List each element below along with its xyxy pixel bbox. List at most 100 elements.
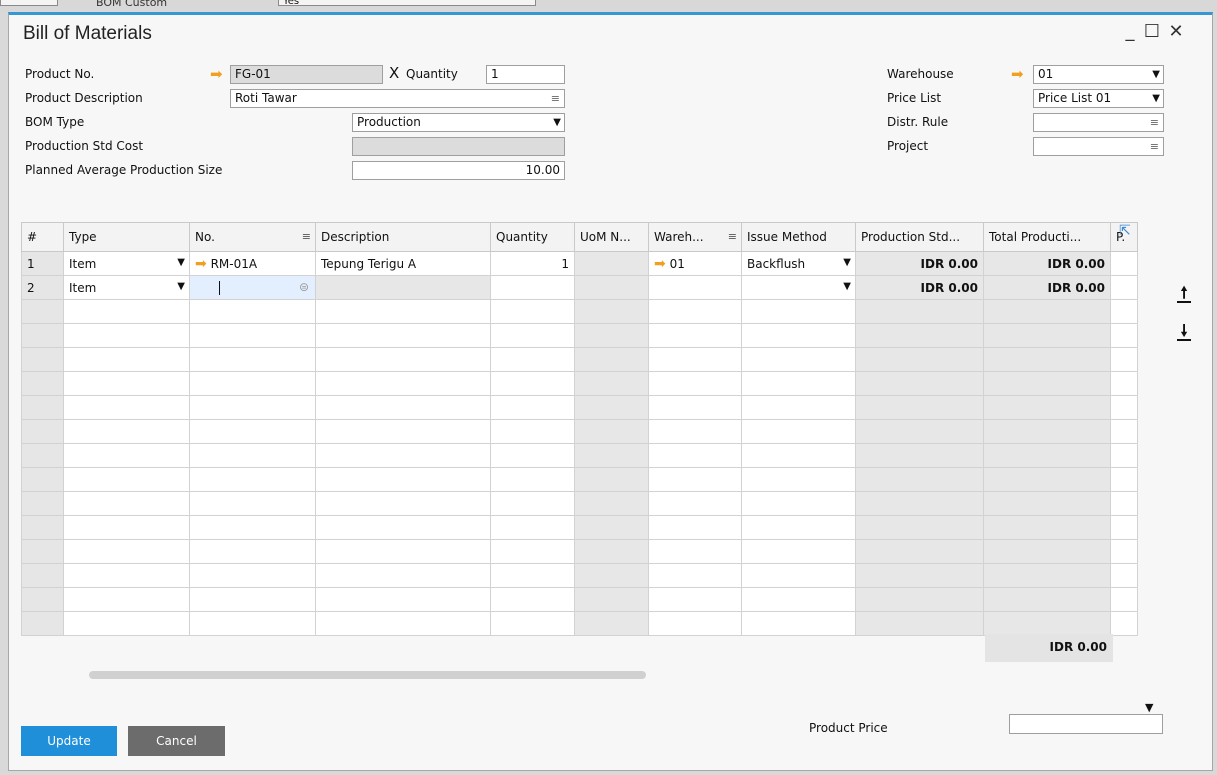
lines-icon[interactable]: ≡ (1150, 114, 1159, 131)
empty-cell (189, 419, 316, 444)
column-header[interactable]: Total Producti... (983, 222, 1111, 252)
empty-cell (315, 323, 491, 348)
bom-type-select[interactable]: Production ▼ (352, 113, 565, 132)
product-description-value: Roti Tawar (235, 91, 297, 105)
uom-cell (574, 251, 649, 276)
empty-cell (490, 611, 575, 636)
empty-table-row (21, 563, 1138, 588)
distr-rule-field[interactable]: ≡ (1033, 113, 1164, 132)
product-no-field[interactable]: FG-01 (230, 65, 383, 84)
background-field: Yes (278, 0, 536, 6)
table-row[interactable]: 1 Item ▼ ➡ RM-01A Tepung Terigu A 1 ➡ 01 … (21, 251, 1138, 276)
empty-cell (63, 611, 190, 636)
empty-cell (315, 539, 491, 564)
empty-cell (741, 491, 856, 516)
warehouse-link-arrow-icon[interactable]: ➡ (1011, 66, 1024, 82)
warehouse-select[interactable]: 01 ▼ (1033, 65, 1164, 84)
product-description-field[interactable]: Roti Tawar ≡ (230, 89, 565, 108)
p-cell (1110, 275, 1138, 300)
type-cell[interactable]: Item ▼ (63, 275, 190, 300)
empty-cell (983, 323, 1111, 348)
empty-cell (574, 611, 649, 636)
empty-cell (1110, 491, 1138, 516)
move-down-button[interactable]: 🠗 (1173, 321, 1195, 343)
column-header[interactable]: Production Std... (855, 222, 984, 252)
link-arrow-icon[interactable]: ➡ (195, 256, 207, 272)
project-field[interactable]: ≡ (1033, 137, 1164, 156)
row-number[interactable]: 1 (21, 251, 64, 276)
item-no-cell-active[interactable]: ⊜ (189, 275, 316, 300)
lines-icon[interactable]: ≡ (1150, 138, 1159, 155)
minimize-button[interactable]: _ (1119, 21, 1141, 43)
empty-cell (741, 299, 856, 324)
product-price-field[interactable] (1009, 714, 1163, 734)
empty-cell (574, 587, 649, 612)
dropdown-icon[interactable]: ▼ (843, 257, 851, 268)
quantity-cell[interactable]: 1 (490, 251, 575, 276)
item-no-cell[interactable]: ➡ RM-01A (189, 251, 316, 276)
warehouse-cell[interactable] (648, 275, 742, 300)
empty-cell (574, 443, 649, 468)
lines-icon[interactable]: ≡ (302, 230, 311, 243)
dropdown-icon[interactable]: ▼ (177, 281, 185, 292)
column-header[interactable]: Quantity (490, 222, 575, 252)
empty-cell (21, 563, 64, 588)
empty-cell (983, 515, 1111, 540)
quantity-cell[interactable] (490, 275, 575, 300)
maximize-button[interactable]: ☐ (1141, 21, 1163, 43)
background-window-strip: BOM Custom Yes (0, 0, 1217, 12)
row-number[interactable]: 2 (21, 275, 64, 300)
description-cell[interactable] (315, 275, 491, 300)
product-price-dropdown-icon[interactable]: ▼ (1145, 701, 1153, 714)
lines-icon[interactable]: ≡ (728, 230, 737, 243)
warehouse-label: Warehouse (887, 67, 954, 81)
empty-cell (189, 347, 316, 372)
column-header[interactable]: UoM N... (574, 222, 649, 252)
empty-cell (574, 299, 649, 324)
move-up-button[interactable]: 🠕 (1173, 283, 1195, 305)
dropdown-icon[interactable]: ▼ (843, 281, 851, 292)
window-title: Bill of Materials (23, 23, 152, 44)
column-header-no[interactable]: No. ≡ (189, 222, 316, 252)
quantity-field[interactable]: 1 (486, 65, 565, 84)
empty-cell (21, 395, 64, 420)
close-button[interactable]: ✕ (1165, 21, 1187, 43)
column-header-warehouse[interactable]: Wareh... ≡ (648, 222, 742, 252)
empty-cell (574, 467, 649, 492)
empty-table-row (21, 467, 1138, 492)
horizontal-scrollbar[interactable] (89, 671, 646, 679)
empty-cell (1110, 467, 1138, 492)
empty-cell (574, 563, 649, 588)
empty-cell (1110, 371, 1138, 396)
empty-cell (741, 323, 856, 348)
product-no-link-arrow-icon[interactable]: ➡ (210, 66, 223, 82)
empty-cell (189, 467, 316, 492)
empty-cell (855, 395, 984, 420)
column-header[interactable]: # (21, 222, 64, 252)
list-icon[interactable]: ⊜ (299, 280, 309, 294)
type-cell[interactable]: Item ▼ (63, 251, 190, 276)
link-arrow-icon[interactable]: ➡ (654, 256, 666, 272)
issue-method-cell[interactable]: Backflush ▼ (741, 251, 856, 276)
column-header[interactable]: Description (315, 222, 491, 252)
column-header[interactable]: Issue Method (741, 222, 856, 252)
issue-method-cell[interactable]: ▼ (741, 275, 856, 300)
price-list-select[interactable]: Price List 01 ▼ (1033, 89, 1164, 108)
cancel-button[interactable]: Cancel (128, 726, 225, 756)
empty-cell (1110, 563, 1138, 588)
column-header[interactable]: Type (63, 222, 190, 252)
x-label: X (389, 64, 400, 82)
price-list-label: Price List (887, 91, 942, 105)
warehouse-cell[interactable]: ➡ 01 (648, 251, 742, 276)
planned-avg-size-field[interactable]: 10.00 (352, 161, 565, 180)
dropdown-icon[interactable]: ▼ (177, 257, 185, 268)
table-row[interactable]: 2 Item ▼ ⊜ ▼ IDR 0.00 IDR 0.00 (21, 275, 1138, 300)
description-cell[interactable]: Tepung Terigu A (315, 251, 491, 276)
update-button[interactable]: Update (21, 726, 117, 756)
empty-cell (855, 563, 984, 588)
empty-cell (741, 371, 856, 396)
lines-icon[interactable]: ≡ (551, 90, 560, 107)
empty-cell (63, 371, 190, 396)
expand-icon[interactable]: ⇱ (1119, 223, 1135, 239)
empty-cell (855, 491, 984, 516)
